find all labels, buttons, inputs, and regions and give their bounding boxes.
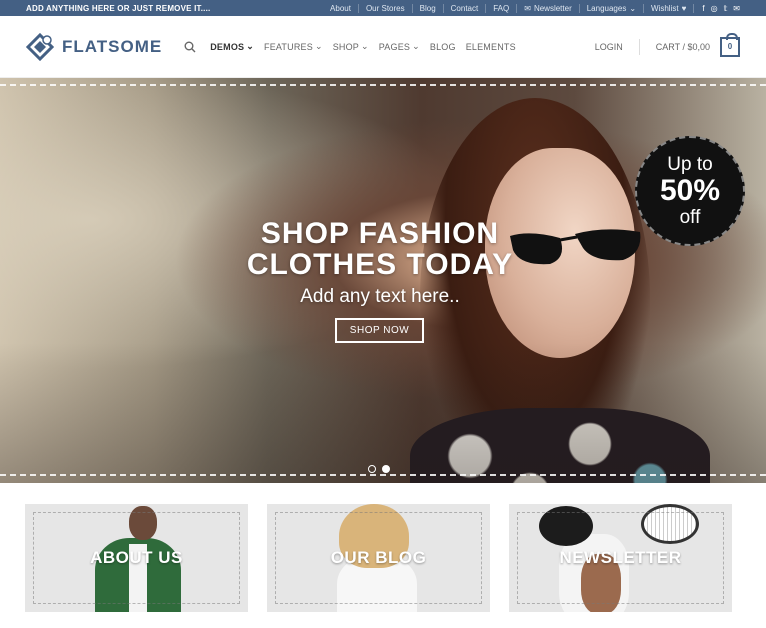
top-link-blog[interactable]: Blog [411,3,443,13]
shop-now-button[interactable]: SHOP NOW [335,318,424,343]
top-link-wishlist[interactable]: Wishlist ♥ [643,3,693,13]
facebook-icon[interactable]: f [702,4,704,13]
top-link-about[interactable]: About [323,4,358,13]
top-link-our-stores[interactable]: Our Stores [357,3,412,13]
hero-dashed-border-top [0,84,766,86]
hero-headline: SHOP FASHION CLOTHES TODAY [220,218,540,280]
cart-icon[interactable]: 0 [720,32,740,57]
nav-blog[interactable]: BLOG [430,42,456,52]
nav-features[interactable]: FEATURES ⌄ [264,41,323,52]
nav-pages-label: PAGES [378,41,411,52]
category-about-us[interactable]: ABOUT US [25,504,248,612]
hero-dashed-border-bottom [0,474,766,476]
category-label: OUR BLOG [330,548,427,567]
sale-badge-line3: off [679,207,701,228]
nav-demos[interactable]: DEMOS ⌄ [210,41,254,52]
instagram-icon[interactable]: ◎ [711,4,718,13]
nav-shop[interactable]: SHOP ⌄ [333,41,369,52]
promo-text: ADD ANYTHING HERE OR JUST REMOVE IT.... [26,3,211,13]
chevron-down-icon: ⌄ [246,41,254,51]
hero-headline-line2: CLOTHES TODAY [246,248,514,281]
category-newsletter[interactable]: NEWSLETTER [509,504,732,612]
top-link-languages[interactable]: Languages ⌄ [578,3,643,13]
search-icon[interactable] [184,41,196,53]
hero-banner: SHOP FASHION CLOTHES TODAY Add any text … [0,78,766,483]
login-link[interactable]: LOGIN [595,42,623,52]
envelope-icon: ✉ [524,3,531,13]
nav-elements[interactable]: ELEMENTS [466,42,516,52]
sale-badge-line1: Up to [667,154,713,175]
slider-dots [368,465,390,473]
main-header: FLATSOME DEMOS ⌄ FEATURES ⌄ SHOP ⌄ PAGES… [0,16,766,78]
sale-badge: Up to 50% off [635,136,745,246]
nav-demos-label: DEMOS [210,41,245,52]
top-link-contact[interactable]: Contact [442,3,486,13]
chevron-down-icon: ⌄ [629,3,637,13]
logo[interactable]: FLATSOME [26,32,163,61]
newsletter-label: Newsletter [533,3,572,13]
nav-features-label: FEATURES [264,41,313,52]
languages-label: Languages [586,3,627,13]
category-label: ABOUT US [90,548,183,567]
chevron-down-icon: ⌄ [361,41,369,51]
top-link-newsletter[interactable]: ✉ Newsletter [516,3,579,13]
twitter-icon[interactable]: 𝕥 [724,4,728,13]
hero-headline-line1: SHOP FASHION [260,217,500,250]
email-icon[interactable]: ✉ [733,4,740,13]
top-links: About Our Stores Blog Contact FAQ ✉ News… [323,3,740,13]
hero-shade [0,343,766,483]
slider-dot-1[interactable] [368,465,376,473]
main-nav: DEMOS ⌄ FEATURES ⌄ SHOP ⌄ PAGES ⌄ BLOG E… [184,41,595,53]
wishlist-label: Wishlist [651,3,679,13]
nav-pages[interactable]: PAGES ⌄ [379,41,420,52]
header-actions: LOGIN CART / $0,00 0 [595,32,740,57]
chevron-down-icon: ⌄ [314,41,323,51]
category-our-blog[interactable]: OUR BLOG [267,504,490,612]
top-link-faq[interactable]: FAQ [485,3,516,13]
header-divider [638,38,640,55]
nav-shop-label: SHOP [332,41,360,52]
top-bar: ADD ANYTHING HERE OR JUST REMOVE IT.... … [0,0,766,16]
chevron-down-icon: ⌄ [412,41,420,51]
sale-badge-line2: 50% [659,174,721,207]
hero-subline: Add any text here.. [300,286,460,307]
cart-link[interactable]: CART / $0,00 [656,42,710,52]
social-icons: f ◎ 𝕥 ✉ [693,3,740,13]
category-boxes: ABOUT US OUR BLOG NEWSLETTER [0,483,766,612]
logo-icon [26,32,54,61]
heart-icon: ♥ [681,3,687,13]
slider-dot-2[interactable] [382,465,390,473]
logo-text: FLATSOME [62,36,163,56]
category-label: NEWSLETTER [559,548,682,567]
